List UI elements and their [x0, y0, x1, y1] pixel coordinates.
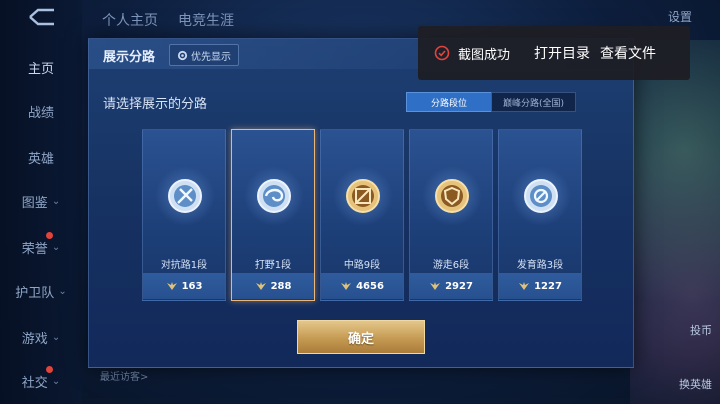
dialog-prompt: 请选择展示的分路 — [103, 97, 208, 112]
nav-item-home[interactable]: 主页 — [0, 56, 82, 78]
tab-esports-career[interactable]: 电竞生涯 — [178, 10, 234, 30]
change-hero-button[interactable]: 换英雄 — [679, 376, 712, 392]
chevron-down-icon: ⌄ — [51, 241, 61, 253]
tab-lane-rank[interactable]: 分路段位 — [406, 92, 492, 112]
nav-item-guard[interactable]: 护卫队 ⌄ — [0, 280, 82, 302]
wing-icon — [519, 282, 530, 290]
notification-dot — [46, 366, 53, 373]
nav-item-social[interactable]: 社交 ⌄ — [0, 370, 82, 392]
tab-peak-lane[interactable]: 巅峰分路(全国) — [491, 92, 576, 112]
wing-icon — [255, 282, 266, 290]
chevron-down-icon: ⌄ — [51, 331, 61, 343]
shield-emblem-icon — [435, 179, 469, 213]
settings-button[interactable]: 设置 — [668, 8, 692, 25]
lane-card-top[interactable]: 对抗路1段 163 — [142, 129, 226, 301]
lane-name: 对抗路1段 — [160, 260, 208, 271]
gear-icon — [177, 50, 188, 60]
lane-card-jungle[interactable]: 打野1段 288 — [231, 129, 315, 301]
sword-emblem-icon — [168, 179, 202, 213]
priority-display-button[interactable]: 优先显示 — [169, 44, 239, 66]
lane-name: 打野1段 — [254, 260, 292, 271]
nav-item-heroes[interactable]: 英雄 — [0, 146, 82, 168]
wing-icon — [341, 282, 352, 290]
chevron-down-icon: ⌄ — [58, 285, 67, 297]
staff-emblem-icon — [346, 179, 380, 213]
lane-score: 2927 — [410, 273, 492, 299]
dialog-title: 展示分路 — [103, 50, 156, 65]
wing-icon — [430, 282, 441, 290]
tab-profile[interactable]: 个人主页 — [102, 10, 158, 30]
back-arrow-icon[interactable] — [24, 6, 60, 28]
lane-name: 游走6段 — [432, 260, 470, 271]
hero-art — [630, 40, 720, 404]
lane-card-roam[interactable]: 游走6段 2927 — [409, 129, 493, 301]
nav-item-honor[interactable]: 荣誉 ⌄ — [0, 236, 82, 258]
lane-score: 163 — [143, 273, 225, 299]
nav-item-game[interactable]: 游戏 ⌄ — [0, 326, 82, 348]
lane-score: 4656 — [321, 273, 403, 299]
swirl-emblem-icon — [257, 179, 291, 213]
screenshot-toast: 截图成功 打开目录 查看文件 — [418, 26, 690, 80]
open-directory-button[interactable]: 打开目录 — [534, 43, 590, 63]
target-emblem-icon — [524, 179, 558, 213]
lane-name: 发育路3段 — [516, 260, 564, 271]
lane-score: 288 — [232, 273, 314, 299]
lane-name: 中路9段 — [343, 260, 381, 271]
check-circle-icon — [434, 45, 450, 61]
chevron-down-icon: ⌄ — [51, 375, 61, 387]
lane-card-mid[interactable]: 中路9段 4656 — [320, 129, 404, 301]
wing-icon — [166, 282, 177, 290]
nav-item-codex[interactable]: 图鉴 ⌄ — [0, 190, 82, 212]
recent-visitors-link[interactable]: 最近访客> — [100, 368, 148, 383]
confirm-button[interactable]: 确定 — [297, 320, 425, 354]
view-file-button[interactable]: 查看文件 — [600, 43, 656, 63]
notification-dot — [46, 232, 53, 239]
nav-item-records[interactable]: 战绩 — [0, 100, 82, 122]
left-nav: 主页 战绩 英雄 图鉴 ⌄ 荣誉 ⌄ 护卫队 ⌄ 游戏 ⌄ 社交 ⌄ — [0, 0, 82, 404]
coin-link[interactable]: 投币 — [690, 322, 712, 338]
toast-message: 截图成功 — [458, 47, 511, 63]
lane-card-bot[interactable]: 发育路3段 1227 — [498, 129, 582, 301]
display-lane-dialog: 展示分路 优先显示 请选择展示的分路 分路段位 巅峰分路(全国) 对抗路1段 1… — [88, 38, 634, 368]
lane-score: 1227 — [499, 273, 581, 299]
chevron-down-icon: ⌄ — [51, 195, 61, 207]
